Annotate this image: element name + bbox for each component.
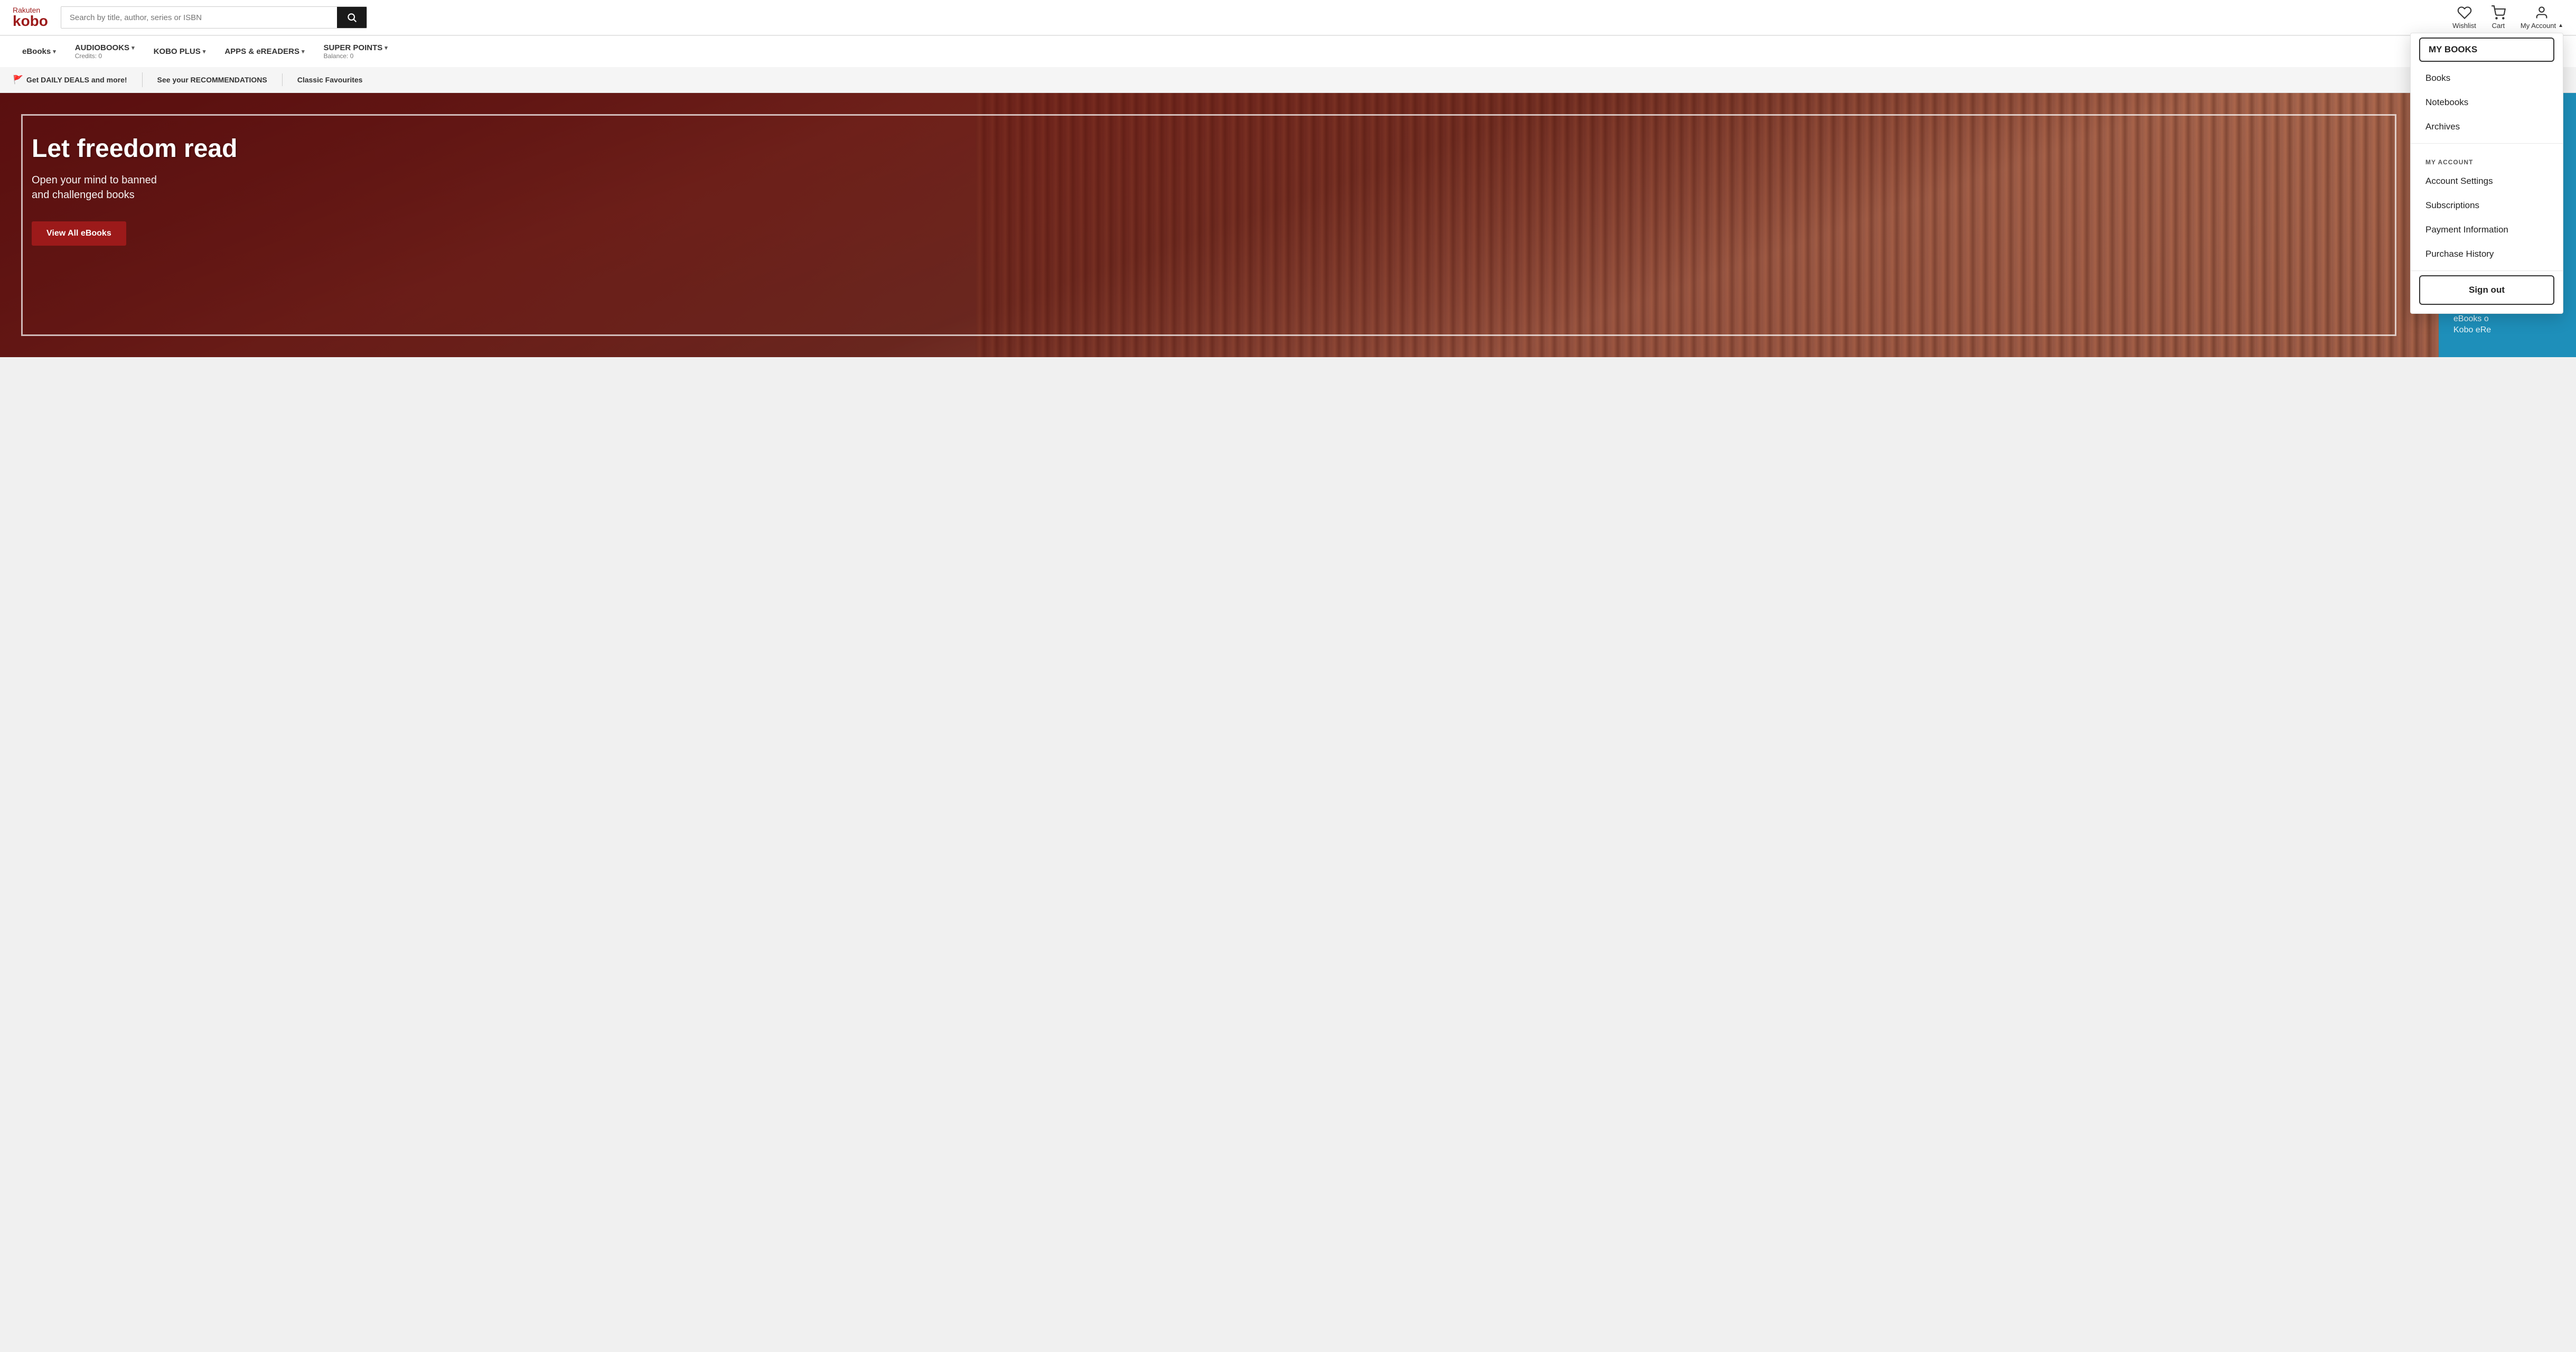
nav-item-ebooks[interactable]: eBooks ▾ xyxy=(13,40,65,63)
dropdown-subscriptions-item[interactable]: Subscriptions xyxy=(2411,193,2563,218)
nav-apps-arrow: ▾ xyxy=(302,48,305,55)
chevron-up-icon: ▲ xyxy=(2558,23,2563,29)
cart-button[interactable]: Cart xyxy=(2491,5,2506,30)
cart-icon xyxy=(2491,5,2506,20)
banner-deals-item[interactable]: 🚩 Get DAILY DEALS and more! xyxy=(13,72,143,87)
nav-audiobooks-label: AUDIOBOOKS xyxy=(75,43,129,52)
nav-audiobooks-arrow: ▾ xyxy=(132,44,135,51)
dropdown-sign-out-button[interactable]: Sign out xyxy=(2419,275,2554,305)
my-account-button[interactable]: My Account ▲ xyxy=(2521,5,2563,30)
wishlist-label: Wishlist xyxy=(2452,22,2476,30)
nav-item-superpoints[interactable]: SUPER POINTS ▾ Balance: 0 xyxy=(314,36,397,67)
dropdown-payment-item[interactable]: Payment Information xyxy=(2411,218,2563,242)
dropdown-divider-1 xyxy=(2411,143,2563,144)
main-content: Let freedom read Open your mind to banne… xyxy=(0,93,2576,357)
nav-superpoints-arrow: ▾ xyxy=(385,44,388,51)
nav-superpoints-label: SUPER POINTS xyxy=(324,43,383,52)
header: Rakuten kobo Wishlist xyxy=(0,0,2576,35)
hero-subtitle: Open your mind to bannedand challenged b… xyxy=(32,173,2407,202)
nav-apps-label: APPS & eREADERS xyxy=(224,47,299,56)
dropdown-books-item[interactable]: Books xyxy=(2411,66,2563,90)
nav-bar: eBooks ▾ AUDIOBOOKS ▾ Credits: 0 KOBO PL… xyxy=(0,35,2576,67)
nav-ebooks-label: eBooks xyxy=(22,47,51,56)
banner-recommendations-item[interactable]: See your RECOMMENDATIONS xyxy=(157,73,283,86)
hero-title: Let freedom read xyxy=(32,135,2407,163)
my-account-wrapper: My Account ▲ MY BOOKS Books Notebooks Ar… xyxy=(2521,5,2563,30)
my-account-label: My Account xyxy=(2521,22,2556,30)
heart-icon xyxy=(2457,5,2472,20)
dropdown-account-settings-item[interactable]: Account Settings xyxy=(2411,169,2563,193)
search-input[interactable] xyxy=(61,7,337,28)
search-icon xyxy=(346,12,357,23)
nav-koboplus-label: KOBO PLUS xyxy=(154,47,201,56)
nav-ebooks-arrow: ▾ xyxy=(53,48,56,55)
account-icon xyxy=(2534,5,2549,20)
account-dropdown: MY BOOKS Books Notebooks Archives MY ACC… xyxy=(2410,33,2563,314)
hero-cta-button[interactable]: View All eBooks xyxy=(32,221,126,246)
nav-item-koboplus[interactable]: KOBO PLUS ▾ xyxy=(144,40,216,63)
wishlist-button[interactable]: Wishlist xyxy=(2452,5,2476,30)
hero-section: Let freedom read Open your mind to banne… xyxy=(0,93,2439,357)
cart-label: Cart xyxy=(2492,22,2505,30)
dropdown-notebooks-item[interactable]: Notebooks xyxy=(2411,90,2563,115)
search-container xyxy=(61,6,367,29)
search-button[interactable] xyxy=(337,7,367,28)
banner-classics-label: Classic Favourites xyxy=(297,76,363,84)
logo[interactable]: Rakuten kobo xyxy=(13,6,48,29)
flag-icon: 🚩 xyxy=(13,74,23,85)
dropdown-archives-item[interactable]: Archives xyxy=(2411,115,2563,139)
dropdown-my-books-active[interactable]: MY BOOKS xyxy=(2419,38,2554,62)
banner-bar: 🚩 Get DAILY DEALS and more! See your REC… xyxy=(0,67,2576,93)
nav-koboplus-arrow: ▾ xyxy=(203,48,206,55)
nav-item-audiobooks[interactable]: AUDIOBOOKS ▾ Credits: 0 xyxy=(65,36,144,67)
logo-kobo-text: kobo xyxy=(13,14,48,29)
nav-item-apps[interactable]: APPS & eREADERS ▾ xyxy=(215,40,314,63)
hero-content: Let freedom read Open your mind to banne… xyxy=(0,93,2439,288)
dropdown-purchase-history-item[interactable]: Purchase History xyxy=(2411,242,2563,266)
header-actions: Wishlist Cart My xyxy=(2452,5,2563,30)
banner-deals-label: Get DAILY DEALS and more! xyxy=(26,76,127,84)
nav-superpoints-balance: Balance: 0 xyxy=(324,52,388,60)
nav-audiobooks-credits: Credits: 0 xyxy=(75,52,135,60)
banner-classics-item[interactable]: Classic Favourites xyxy=(297,73,378,86)
banner-recommendations-label: See your RECOMMENDATIONS xyxy=(157,76,267,84)
dropdown-my-account-label: MY ACCOUNT xyxy=(2411,148,2563,169)
